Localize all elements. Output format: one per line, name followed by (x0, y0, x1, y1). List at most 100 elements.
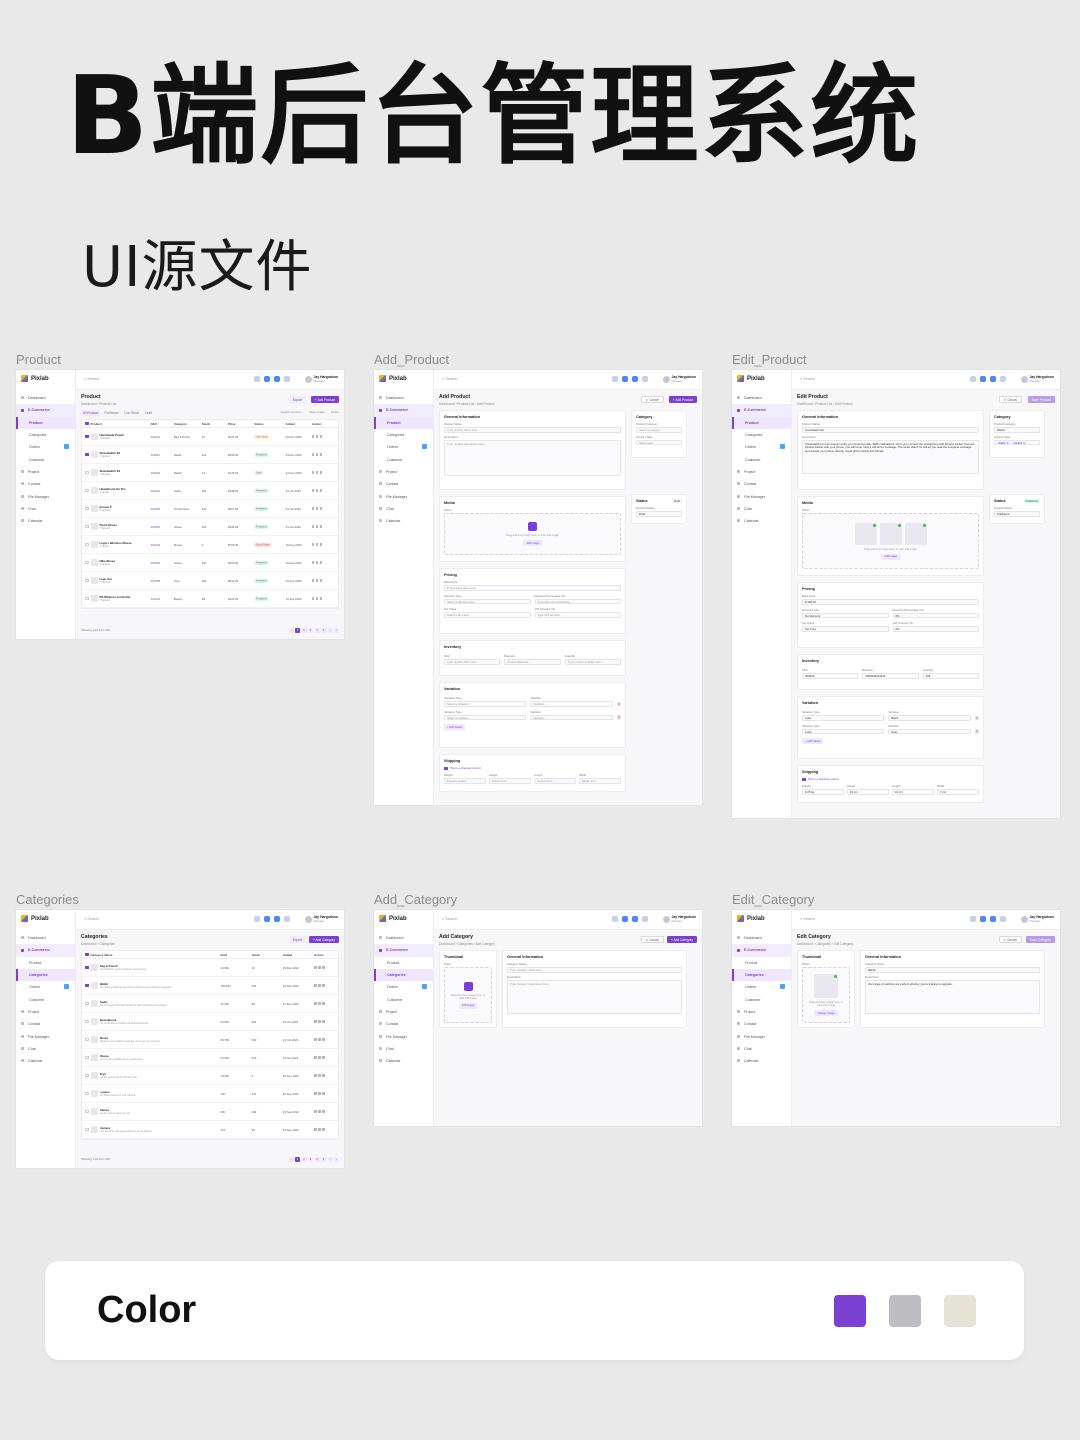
page-button[interactable]: ... (327, 1156, 333, 1162)
row-checkbox[interactable] (85, 524, 89, 529)
edit-icon[interactable] (311, 597, 315, 600)
calendar-icon[interactable] (612, 376, 618, 382)
sidebar-item-product[interactable]: Product (374, 957, 434, 969)
sidebar-item-orders[interactable]: Orders (374, 981, 434, 993)
add-category-button[interactable]: + Add Category (308, 936, 339, 943)
description-textarea[interactable]: Our range of watches are perfect whether… (865, 979, 1040, 1014)
column-header-price[interactable]: Price (228, 422, 254, 426)
variation-type-input[interactable]: Select a variation (444, 701, 527, 707)
user-menu[interactable]: Jay Hargudson Manager (1020, 915, 1054, 923)
column-header-stock[interactable]: Stock (202, 422, 228, 426)
view-icon[interactable] (318, 966, 321, 969)
sidebar-item-project[interactable]: Project (374, 1006, 434, 1018)
edit-icon[interactable] (314, 1074, 317, 1077)
table-row[interactable]: Camera Find cameras with great quality fo… (82, 1121, 338, 1139)
page-button[interactable]: 4 (314, 1156, 320, 1162)
discount-type-input[interactable]: No Discount (802, 612, 889, 618)
notification-icon[interactable] (622, 376, 628, 382)
column-header-added[interactable]: Added (283, 953, 314, 957)
delete-icon[interactable] (319, 543, 323, 546)
sidebar-item-orders[interactable]: Orders (16, 441, 76, 453)
sku-input[interactable]: 302002 (802, 673, 859, 679)
add-image-button[interactable]: Add Image (881, 553, 900, 560)
view-icon[interactable] (315, 579, 319, 582)
delete-icon[interactable] (322, 1074, 325, 1077)
table-row[interactable]: Handmade Pouch 3 Variants 302012 Bag & Pouc… (82, 428, 338, 446)
product-search-input[interactable]: Search product... (280, 410, 303, 414)
user-menu[interactable]: Jay Hargudson Manager (304, 915, 338, 923)
edit-icon[interactable] (314, 1092, 317, 1095)
sidebar-item-customer[interactable]: Customer (16, 453, 76, 465)
row-checkbox[interactable] (85, 452, 89, 457)
message-icon[interactable] (274, 916, 280, 922)
message-icon[interactable] (990, 376, 996, 382)
view-icon[interactable] (318, 1020, 321, 1023)
category-name-input[interactable]: Watch (865, 967, 1040, 973)
delete-icon[interactable] (322, 1092, 325, 1095)
sidebar-item-calendar[interactable]: Calendar (16, 1055, 76, 1067)
edit-icon[interactable] (311, 471, 315, 474)
sidebar-item-e-commerce[interactable]: E-Commerce (16, 404, 76, 417)
row-checkbox[interactable] (85, 1073, 89, 1078)
variation-value-input[interactable]: Variation... (530, 714, 613, 720)
sidebar-item-product[interactable]: Product (16, 416, 76, 430)
sidebar-item-categories[interactable]: Categories (732, 968, 792, 982)
view-icon[interactable] (318, 1092, 321, 1095)
sidebar-item-file-manager[interactable]: File Manager (374, 1030, 434, 1042)
tag-chip[interactable]: Gadget ✕ (1012, 441, 1027, 445)
row-checkbox[interactable] (85, 578, 89, 583)
edit-icon[interactable] (311, 507, 315, 510)
sidebar-item-project[interactable]: Project (16, 1006, 76, 1018)
sidebar-item-categories[interactable]: Categories (16, 429, 76, 441)
table-row[interactable]: Smartphone Our smartphone provides full-f… (82, 1013, 338, 1031)
length-input[interactable]: 10 cm (892, 789, 934, 795)
edit-icon[interactable] (311, 489, 315, 492)
quantity-input[interactable]: Type product quantity here... (564, 659, 621, 665)
notification-icon[interactable] (980, 376, 986, 382)
variation-value-input[interactable]: Black (888, 715, 971, 721)
notification-icon[interactable] (264, 916, 270, 922)
product-category-input[interactable]: Select a category (636, 427, 682, 433)
add-image-button[interactable]: Add Image (458, 1002, 478, 1009)
column-header-category[interactable]: Category (174, 422, 202, 426)
page-button[interactable]: › (334, 1156, 339, 1162)
edit-icon[interactable] (314, 1002, 317, 1005)
delete-icon[interactable] (319, 453, 323, 456)
edit-icon[interactable] (311, 561, 315, 564)
view-icon[interactable] (315, 597, 319, 600)
delete-icon[interactable] (322, 966, 325, 969)
edit-icon[interactable] (314, 1056, 317, 1059)
sidebar-item-dashboard[interactable]: Dashboard (374, 932, 434, 944)
sidebar-item-customer[interactable]: Customer (16, 993, 76, 1005)
weight-input[interactable]: 0.25 kg (802, 789, 844, 795)
add-product-button[interactable]: + Add Product (310, 396, 339, 403)
page-button[interactable]: 3 (308, 627, 313, 633)
view-icon[interactable] (318, 1002, 321, 1005)
variation-value-input[interactable]: Gray (888, 728, 971, 734)
sku-input[interactable]: Type product SKU here... (444, 659, 501, 665)
product-image-thumbnail[interactable] (879, 522, 902, 545)
page-button[interactable]: ‹ (288, 627, 294, 633)
table-row[interactable]: Shoes Whatever your activity needs are, w… (82, 1031, 338, 1049)
edit-icon[interactable] (311, 579, 315, 582)
sidebar-item-calendar[interactable]: Calendar (374, 1055, 434, 1067)
edit-icon[interactable] (311, 435, 315, 438)
settings-icon[interactable] (1000, 376, 1006, 382)
view-icon[interactable] (315, 471, 319, 474)
row-checkbox[interactable] (85, 470, 89, 475)
sidebar-item-e-commerce[interactable]: E-Commerce (732, 944, 792, 957)
vat-amount-input[interactable]: 0% (892, 626, 979, 632)
message-icon[interactable] (274, 376, 280, 382)
row-checkbox[interactable] (85, 506, 89, 511)
physical-product-checkbox[interactable]: This is a physical product (444, 766, 621, 771)
user-menu[interactable]: Jay Hargudson Manager (1020, 375, 1054, 383)
calendar-icon[interactable] (254, 376, 260, 382)
search-input[interactable]: ⌕ Search (442, 377, 457, 381)
variation-value-input[interactable]: Variation... (530, 701, 613, 707)
description-textarea[interactable]: Smartwatch for men women notify you inco… (802, 439, 979, 474)
discount-percentage-input[interactable]: 0% (892, 612, 979, 618)
delete-icon[interactable] (319, 579, 323, 582)
sidebar-item-chat[interactable]: Chat (732, 1043, 792, 1055)
calendar-icon[interactable] (970, 916, 976, 922)
sidebar-item-e-commerce[interactable]: E-Commerce (732, 404, 792, 417)
